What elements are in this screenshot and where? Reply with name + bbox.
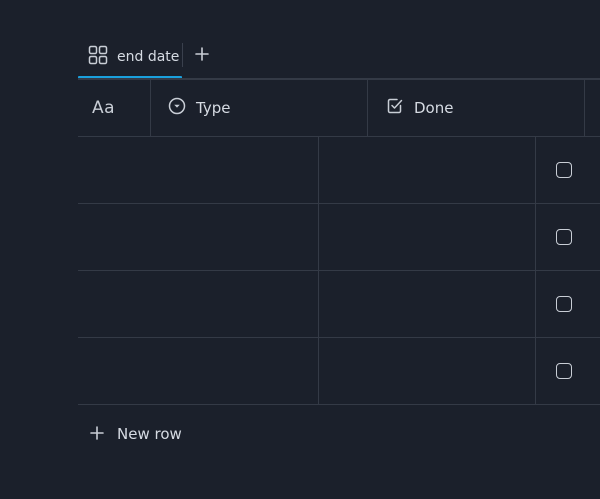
done-checkbox[interactable] xyxy=(556,296,572,312)
table-row xyxy=(78,271,600,338)
tab-end-date[interactable]: end date xyxy=(78,36,182,78)
done-checkbox[interactable] xyxy=(556,162,572,178)
column-header-type[interactable]: Type xyxy=(150,80,368,136)
type-cell[interactable] xyxy=(318,204,536,270)
tab-label: end date xyxy=(117,49,180,65)
new-row-button[interactable]: New row xyxy=(90,422,182,446)
plus-icon xyxy=(195,46,209,65)
grid-icon xyxy=(88,45,108,69)
table-header: Aa Type Done xyxy=(78,80,600,136)
column-header-title[interactable]: Aa xyxy=(78,80,150,136)
title-cell[interactable] xyxy=(78,137,319,203)
type-cell[interactable] xyxy=(318,137,536,203)
plus-icon xyxy=(90,425,104,444)
done-cell xyxy=(536,271,600,337)
column-label: Type xyxy=(196,99,231,117)
select-circle-icon xyxy=(168,97,186,119)
done-cell xyxy=(536,204,600,270)
table-row xyxy=(78,204,600,271)
done-cell xyxy=(536,137,600,203)
column-header-done[interactable]: Done xyxy=(368,80,586,136)
type-cell[interactable] xyxy=(318,271,536,337)
table-row xyxy=(78,338,600,405)
done-checkbox[interactable] xyxy=(556,363,572,379)
text-type-icon: Aa xyxy=(92,98,116,118)
new-row-label: New row xyxy=(117,425,182,443)
tab-divider xyxy=(182,43,183,67)
column-label: Done xyxy=(414,99,454,117)
type-cell[interactable] xyxy=(318,338,536,404)
column-divider xyxy=(584,80,585,136)
title-cell[interactable] xyxy=(78,338,319,404)
table-row xyxy=(78,137,600,204)
title-cell[interactable] xyxy=(78,204,319,270)
done-checkbox[interactable] xyxy=(556,229,572,245)
title-cell[interactable] xyxy=(78,271,319,337)
checkbox-icon xyxy=(386,97,404,119)
add-view-button[interactable] xyxy=(190,43,214,67)
view-tabs: end date xyxy=(78,36,600,80)
done-cell xyxy=(536,338,600,404)
database-view: end date Aa Type Done New row xyxy=(0,0,600,499)
table-body xyxy=(78,137,600,405)
